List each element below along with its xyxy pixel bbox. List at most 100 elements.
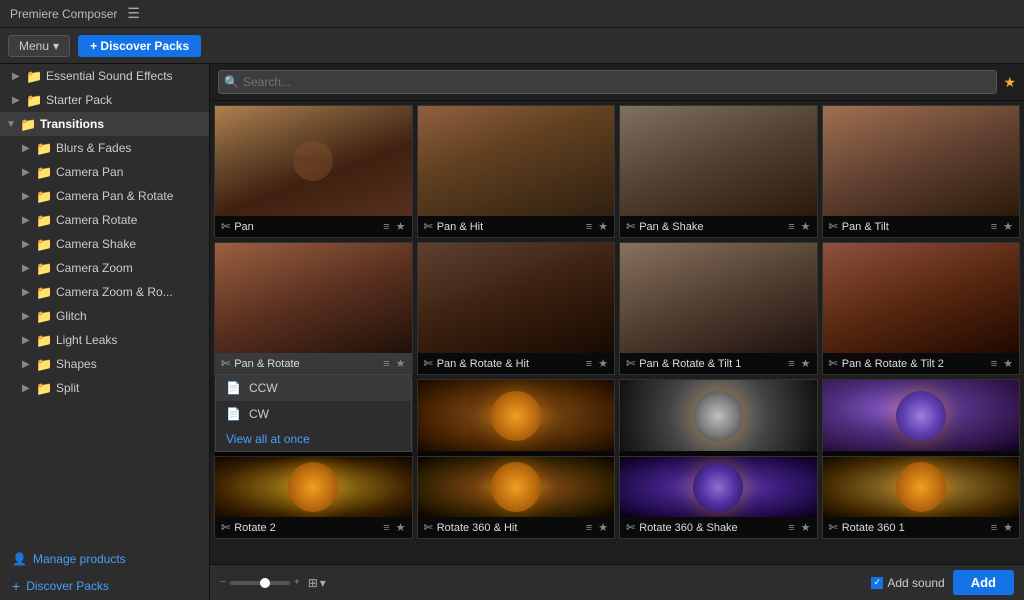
sidebar-item-label: Starter Pack [46, 93, 112, 107]
star-icon[interactable]: ★ [598, 521, 608, 534]
star-filter-icon[interactable]: ★ [1003, 74, 1016, 91]
sidebar-item-essential-sound[interactable]: ▶ Essential Sound Effects [0, 64, 209, 88]
grid-item-rotate-shake[interactable]: ✄ Rotate & Shake ≡ ★ [417, 379, 616, 452]
slider-thumb[interactable] [260, 578, 270, 588]
discover-packs-link[interactable]: + Discover Packs [0, 572, 209, 600]
bottom-right: ✓ Add sound Add [871, 570, 1014, 595]
sidebar-item-shapes[interactable]: ▶ Shapes [0, 352, 209, 376]
menu-icon[interactable]: ≡ [383, 358, 389, 370]
menu-icon[interactable]: ≡ [586, 522, 592, 534]
grid-item-pan-hit[interactable]: ✄ Pan & Hit ≡ ★ [417, 105, 616, 238]
grid-item-rotate2[interactable]: ✄ Rotate 2 ≡ ★ [214, 456, 413, 539]
sidebar-item-camera-rotate[interactable]: ▶ Camera Rotate [0, 208, 209, 232]
menu-icon[interactable]: ≡ [991, 358, 997, 370]
arrow-icon: ▶ [22, 143, 32, 154]
sidebar-item-camera-zoom[interactable]: ▶ Camera Zoom [0, 256, 209, 280]
star-icon[interactable]: ★ [1003, 521, 1013, 534]
chevron-down-icon: ▾ [320, 576, 326, 590]
search-icon: 🔍 [224, 75, 239, 89]
grid-item-pan[interactable]: ✄ Pan ≡ ★ [214, 105, 413, 238]
sidebar-item-camera-zoom-ro[interactable]: ▶ Camera Zoom & Ro... [0, 280, 209, 304]
sidebar-item-glitch[interactable]: ▶ Glitch [0, 304, 209, 328]
grid-item-pan-rotate-tilt2[interactable]: ✄ Pan & Rotate & Tilt 2 ≡ ★ [822, 242, 1021, 375]
menu-button[interactable]: Menu ▾ [8, 35, 70, 57]
menu-icon[interactable]: ≡ [383, 221, 389, 233]
plus-icon: + [12, 578, 20, 594]
view-options[interactable]: ⊞ ▾ [308, 576, 326, 590]
grid-item-pan-shake[interactable]: ✄ Pan & Shake ≡ ★ [619, 105, 818, 238]
sidebar-item-blurs-fades[interactable]: ▶ Blurs & Fades [0, 136, 209, 160]
grid-area: ✄ Pan ≡ ★ ✄ Pan & Hit [210, 101, 1024, 564]
star-icon[interactable]: ★ [598, 357, 608, 370]
add-sound-checkbox[interactable]: ✓ [871, 577, 883, 589]
grid-item-pan-rotate-hit[interactable]: ✄ Pan & Rotate & Hit ≡ ★ [417, 242, 616, 375]
star-icon[interactable]: ★ [1003, 357, 1013, 370]
grid-label: ✄ Pan & Shake ≡ ★ [620, 216, 817, 237]
arrow-icon: ▶ [22, 167, 32, 178]
menu-icon[interactable]: ≡ [586, 221, 592, 233]
discover-packs-button[interactable]: + Discover Packs [78, 35, 201, 57]
sidebar-item-camera-pan[interactable]: ▶ Camera Pan [0, 160, 209, 184]
menu-icon[interactable]: ≡ [788, 522, 794, 534]
main-layout: ▶ Essential Sound Effects ▶ Starter Pack… [0, 64, 1024, 600]
star-icon[interactable]: ★ [598, 220, 608, 233]
sidebar-item-split[interactable]: ▶ Split [0, 376, 209, 400]
sidebar-item-label: Camera Pan & Rotate [56, 189, 173, 203]
dropdown-option-ccw[interactable]: 📄 CCW [216, 375, 411, 401]
content-area: 🔍 ★ ✄ Pan ≡ [210, 64, 1024, 600]
sidebar-item-camera-pan-rotate[interactable]: ▶ Camera Pan & Rotate [0, 184, 209, 208]
grid-label: ✄ Rotate 360 & Hit ≡ ★ [418, 517, 615, 538]
folder-icon [36, 189, 52, 203]
sidebar-item-camera-shake[interactable]: ▶ Camera Shake [0, 232, 209, 256]
menu-icon[interactable]: ≡ [991, 522, 997, 534]
arrow-icon: ▶ [22, 335, 32, 346]
thumbnail [620, 106, 817, 216]
search-input[interactable] [218, 70, 997, 94]
grid-item-pan-rotate[interactable]: ✄ Pan & Rotate ≡ ★ 📄 CCW 📄 [214, 242, 413, 375]
star-icon[interactable]: ★ [396, 521, 406, 534]
grid-item-pan-tilt[interactable]: ✄ Pan & Tilt ≡ ★ [822, 105, 1021, 238]
item-label: Pan & Tilt [842, 221, 889, 233]
sidebar-item-label: Split [56, 381, 79, 395]
add-sound-checkbox-group[interactable]: ✓ Add sound [871, 576, 944, 590]
star-icon[interactable]: ★ [396, 357, 406, 370]
add-sound-label: Add sound [887, 576, 944, 590]
add-button[interactable]: Add [953, 570, 1014, 595]
star-icon[interactable]: ★ [1003, 220, 1013, 233]
grid-item-pan-rotate-tilt1[interactable]: ✄ Pan & Rotate & Tilt 1 ≡ ★ [619, 242, 818, 375]
grid-item-rotate1[interactable]: ✄ Rotate 1 ≡ ★ [822, 379, 1021, 452]
menu-icon[interactable]: ≡ [991, 221, 997, 233]
folder-icon [20, 117, 36, 131]
grid-item-rotate360-1[interactable]: ✄ Rotate 360 1 ≡ ★ [822, 456, 1021, 539]
grid-label: ✄ Rotate 360 & Shake ≡ ★ [620, 517, 817, 538]
thumbnail [418, 380, 615, 451]
bottom-bar: − + ⊞ ▾ ✓ Add sound Add [210, 564, 1024, 600]
view-all-link[interactable]: View all at once [216, 427, 411, 451]
sidebar-item-transitions[interactable]: ▼ Transitions [0, 112, 209, 136]
grid-item-rotate-tilt[interactable]: ✄ Rotate & Tilt ≡ ★ [619, 379, 818, 452]
hamburger-icon: ☰ [127, 5, 140, 22]
slider-track[interactable] [230, 581, 290, 585]
sidebar-item-starter-pack[interactable]: ▶ Starter Pack [0, 88, 209, 112]
clip-icon: ✄ [424, 521, 433, 534]
sidebar-item-light-leaks[interactable]: ▶ Light Leaks [0, 328, 209, 352]
menu-icon[interactable]: ≡ [788, 221, 794, 233]
menu-icon[interactable]: ≡ [383, 522, 389, 534]
folder-icon [36, 333, 52, 347]
menu-icon[interactable]: ≡ [788, 358, 794, 370]
dropdown-option-cw[interactable]: 📄 CW [216, 401, 411, 427]
grid-item-rotate360-hit[interactable]: ✄ Rotate 360 & Hit ≡ ★ [417, 456, 616, 539]
sidebar-item-label: Shapes [56, 357, 97, 371]
clip-icon: ✄ [829, 357, 838, 370]
grid-item-rotate360-shake[interactable]: ✄ Rotate 360 & Shake ≡ ★ [619, 456, 818, 539]
star-icon[interactable]: ★ [801, 521, 811, 534]
manage-products-link[interactable]: 👤 Manage products [0, 546, 209, 572]
menu-icon[interactable]: ≡ [586, 358, 592, 370]
grid-label: ✄ Pan & Rotate ≡ ★ [215, 353, 412, 374]
clip-icon: ✄ [221, 220, 230, 233]
dropdown-label-cw: CW [249, 407, 269, 421]
star-icon[interactable]: ★ [801, 357, 811, 370]
zoom-slider[interactable]: − + [220, 577, 300, 588]
star-icon[interactable]: ★ [396, 220, 406, 233]
star-icon[interactable]: ★ [801, 220, 811, 233]
